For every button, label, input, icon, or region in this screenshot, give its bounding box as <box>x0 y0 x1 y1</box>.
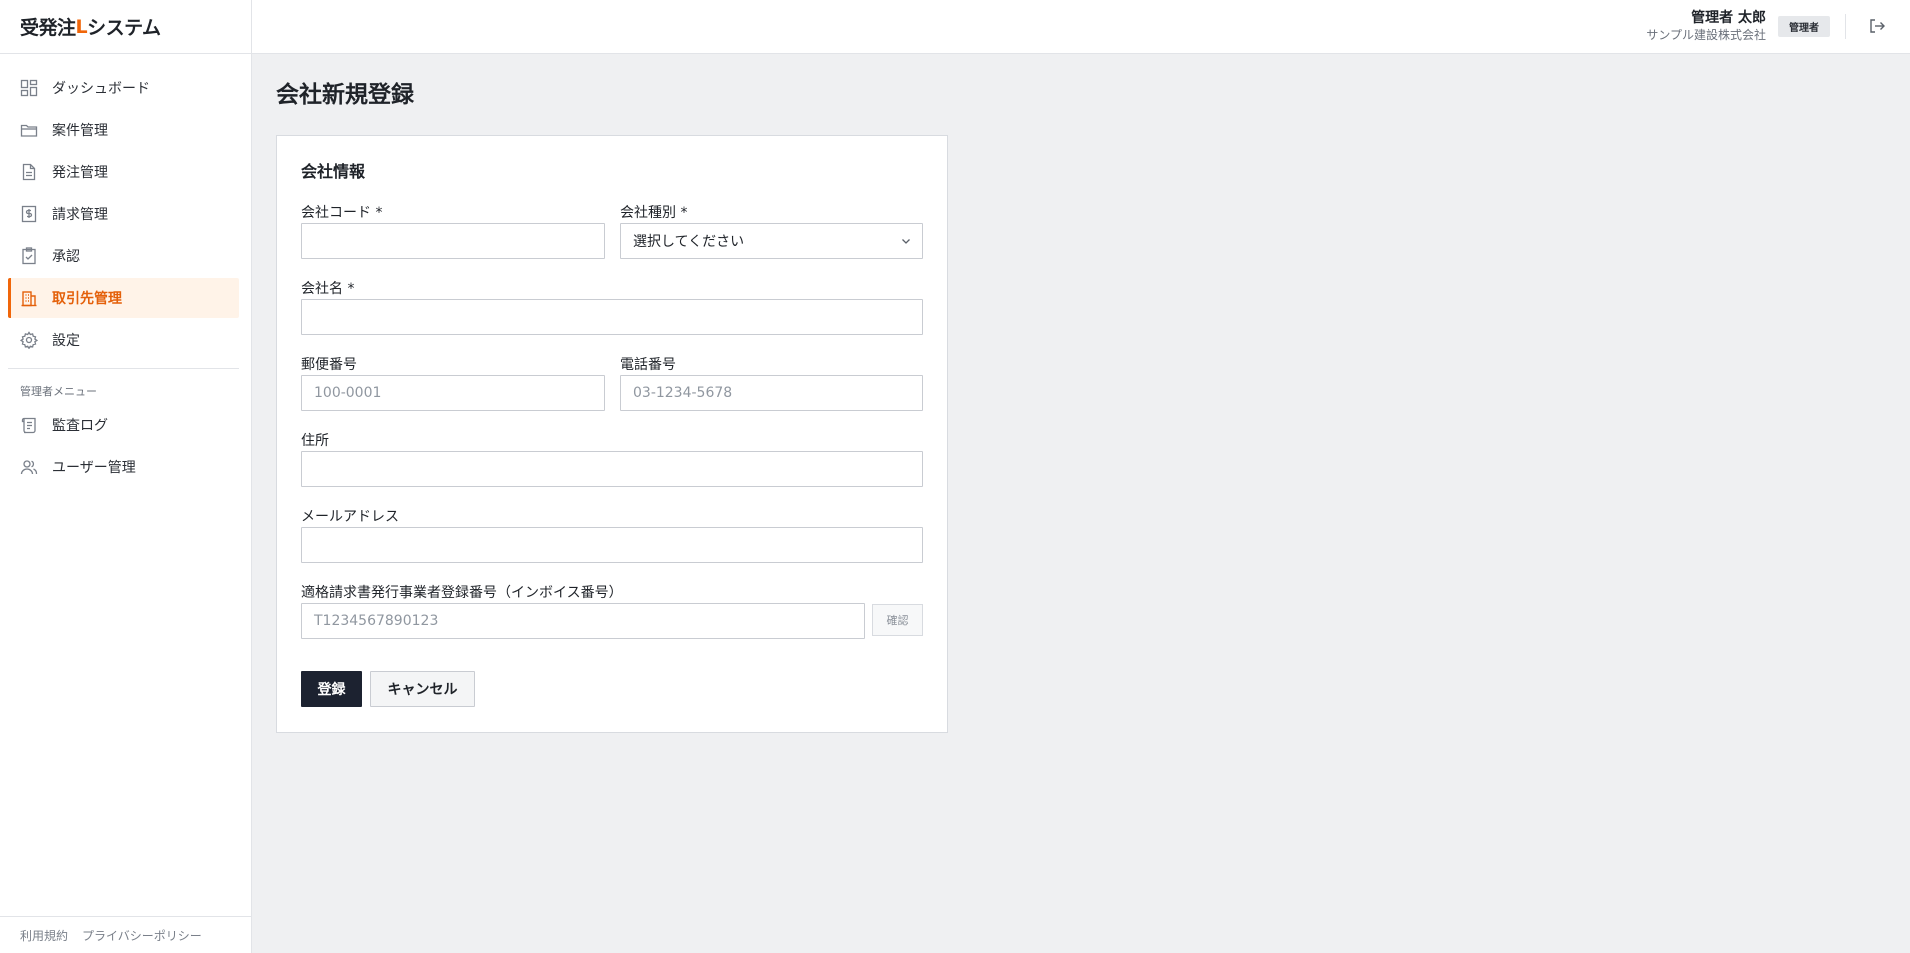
phone-placeholder: 03-1234-5678 <box>633 385 733 401</box>
brand-prefix: 受発注 <box>20 17 76 39</box>
scroll-icon <box>20 416 38 434</box>
sidebar-item-projects[interactable]: 案件管理 <box>8 110 239 150</box>
top-bar: 管理者 太郎 サンプル建設株式会社 管理者 <box>252 0 1910 54</box>
gear-icon <box>20 331 38 349</box>
sidebar-item-label: 案件管理 <box>52 123 108 139</box>
sidebar-item-invoices[interactable]: 請求管理 <box>8 194 239 234</box>
logout-button[interactable] <box>1868 17 1886 35</box>
sidebar-item-label: 承認 <box>52 249 80 265</box>
invoice-number-input[interactable]: T1234567890123 <box>301 603 865 639</box>
sidebar-item-orders[interactable]: 発注管理 <box>8 152 239 192</box>
users-icon <box>20 458 38 476</box>
terms-link[interactable]: 利用規約 <box>20 927 68 944</box>
clipboard-check-icon <box>20 247 38 265</box>
building-icon <box>20 289 38 307</box>
section-title: 会社情報 <box>301 162 366 181</box>
privacy-link[interactable]: プライバシーポリシー <box>82 927 202 944</box>
sidebar-item-label: 請求管理 <box>52 207 108 223</box>
address-label: 住所 <box>301 433 329 449</box>
company-name-label: 会社名 * <box>301 281 355 297</box>
main-content: 会社新規登録 会社情報 会社コード * 会社種別 * 選択してください 会社名 … <box>276 78 948 733</box>
role-badge: 管理者 <box>1778 16 1830 37</box>
company-type-select[interactable]: 選択してください <box>620 223 923 259</box>
header-divider <box>1845 14 1846 39</box>
user-info: 管理者 太郎 サンプル建設株式会社 <box>1646 10 1766 44</box>
dashboard-icon <box>20 79 38 97</box>
sidebar-item-settings[interactable]: 設定 <box>8 320 239 360</box>
sidebar-item-label: 発注管理 <box>52 165 108 181</box>
sidebar-item-approval[interactable]: 承認 <box>8 236 239 276</box>
folder-icon <box>20 121 38 139</box>
sidebar-item-label: 設定 <box>52 333 80 349</box>
email-label: メールアドレス <box>301 509 399 525</box>
invoice-number-label: 適格請求書発行事業者登録番号（インボイス番号） <box>301 585 623 601</box>
company-form-card: 会社情報 会社コード * 会社種別 * 選択してください 会社名 * 郵便番号 … <box>276 135 948 733</box>
company-type-label: 会社種別 * <box>620 205 688 221</box>
invoice-icon <box>20 205 38 223</box>
sidebar-item-label: 取引先管理 <box>52 291 122 307</box>
sidebar: 受発注 L システム ダッシュボード 案件管理 発注管理 請求管理 承認 取引先… <box>0 0 252 953</box>
company-code-label: 会社コード * <box>301 205 383 221</box>
sidebar-item-partners[interactable]: 取引先管理 <box>8 278 239 318</box>
company-name-input[interactable] <box>301 299 923 335</box>
document-icon <box>20 163 38 181</box>
sidebar-item-label: ダッシュボード <box>52 81 150 97</box>
logout-icon <box>1870 19 1885 33</box>
sidebar-item-label: 監査ログ <box>52 418 108 434</box>
chevron-down-icon <box>902 239 910 244</box>
brand-accent: L <box>75 15 88 38</box>
page-title: 会社新規登録 <box>276 82 414 108</box>
brand-suffix: システム <box>87 17 161 39</box>
postal-code-placeholder: 100-0001 <box>314 385 382 401</box>
postal-code-label: 郵便番号 <box>301 357 357 373</box>
admin-section-title: 管理者メニュー <box>20 385 97 398</box>
submit-button[interactable]: 登録 <box>301 671 362 707</box>
sidebar-footer: 利用規約 プライバシーポリシー <box>0 916 251 953</box>
sidebar-item-label: ユーザー管理 <box>52 460 136 476</box>
phone-input[interactable]: 03-1234-5678 <box>620 375 923 411</box>
email-input[interactable] <box>301 527 923 563</box>
sidebar-nav: ダッシュボード 案件管理 発注管理 請求管理 承認 取引先管理 設定 管理者メニ… <box>0 54 251 487</box>
cancel-button[interactable]: キャンセル <box>370 671 475 707</box>
confirm-invoice-button[interactable]: 確認 <box>872 604 923 636</box>
address-input[interactable] <box>301 451 923 487</box>
app-logo[interactable]: 受発注 L システム <box>0 0 251 54</box>
company-type-selected: 選択してください <box>633 234 745 250</box>
sidebar-item-users[interactable]: ユーザー管理 <box>8 447 239 487</box>
company-code-input[interactable] <box>301 223 605 259</box>
user-company: サンプル建設株式会社 <box>1646 28 1766 42</box>
user-name: 管理者 太郎 <box>1691 10 1766 26</box>
sidebar-item-audit-log[interactable]: 監査ログ <box>8 405 239 445</box>
sidebar-divider <box>8 368 239 369</box>
phone-label: 電話番号 <box>620 357 676 373</box>
invoice-number-placeholder: T1234567890123 <box>314 613 439 629</box>
postal-code-input[interactable]: 100-0001 <box>301 375 605 411</box>
sidebar-item-dashboard[interactable]: ダッシュボード <box>8 68 239 108</box>
